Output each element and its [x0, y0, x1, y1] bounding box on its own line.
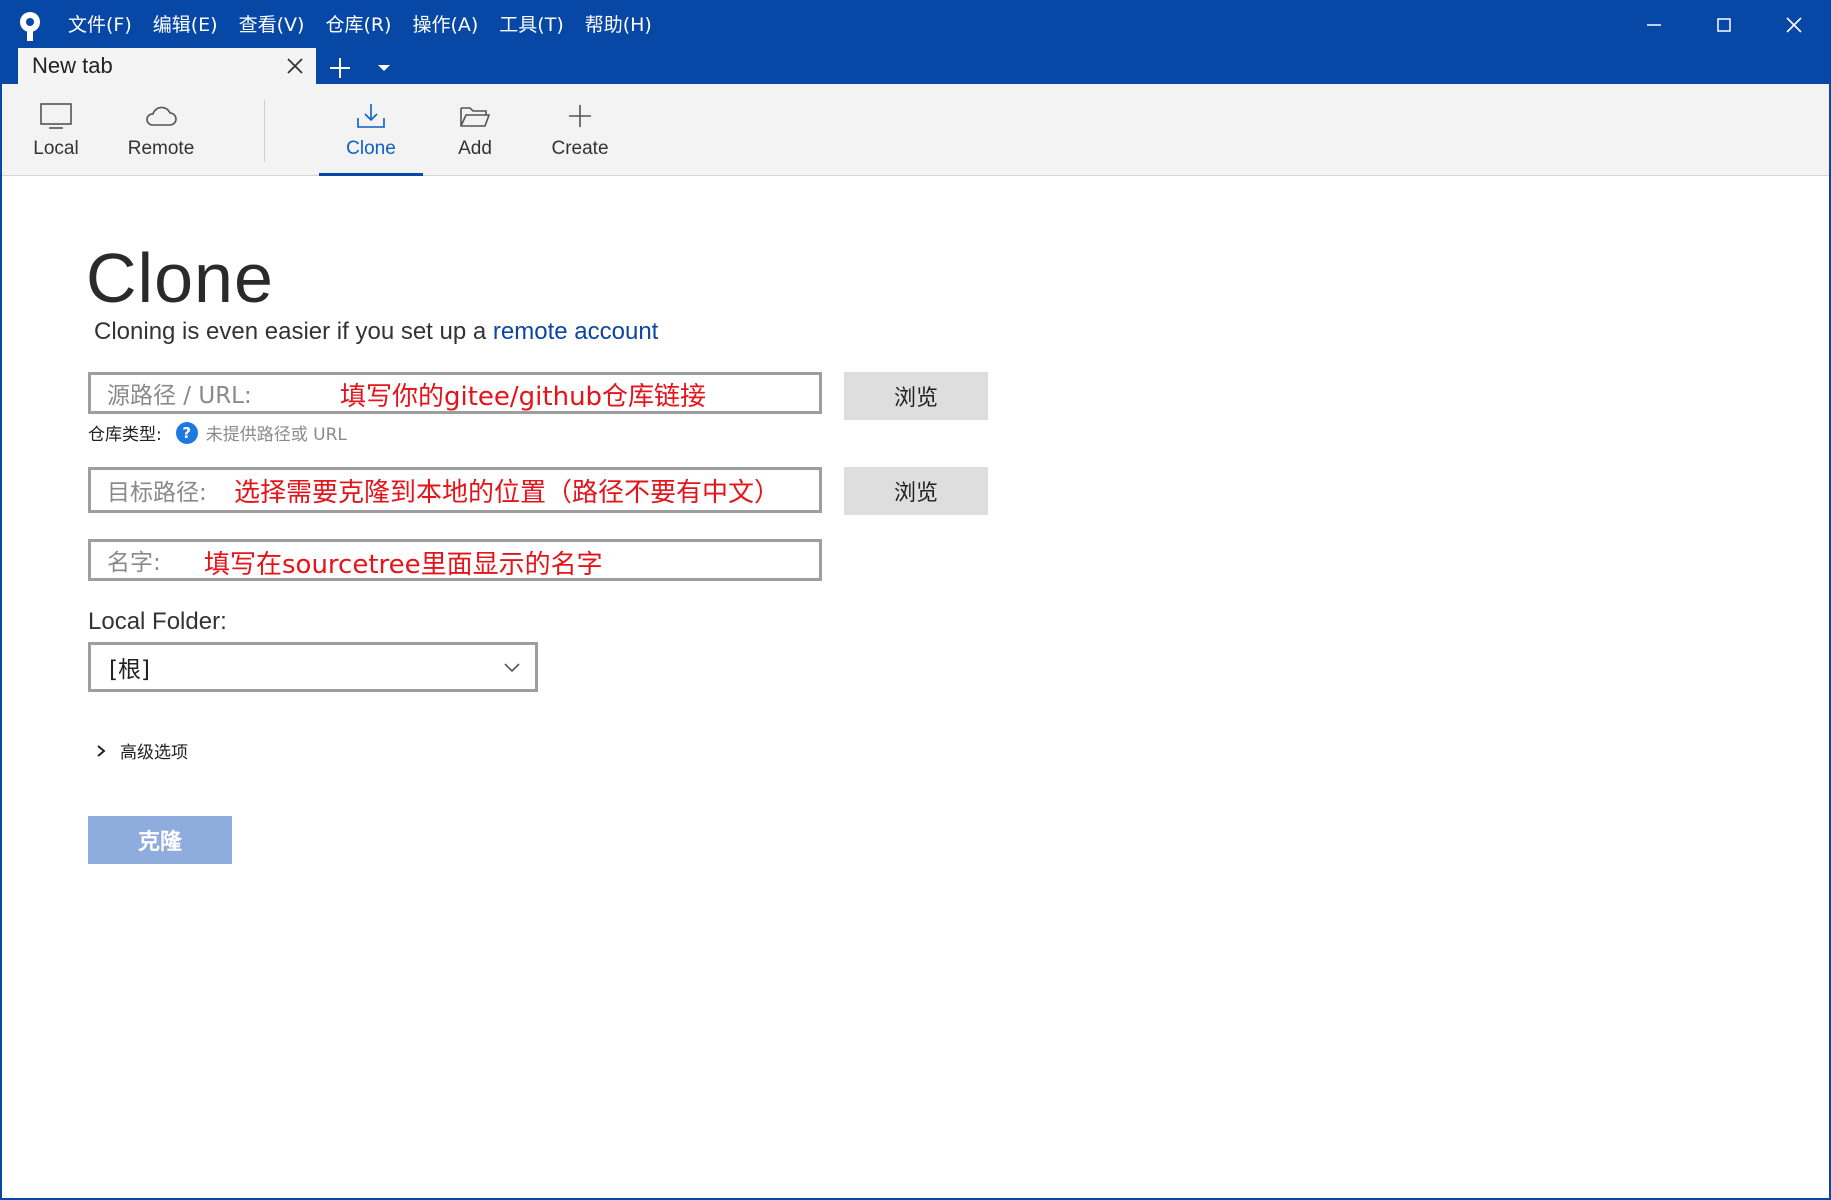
menu-repository[interactable]: 仓库(R)	[325, 12, 391, 38]
name-placeholder: 名字:	[107, 550, 161, 576]
tab-local-label: Local	[33, 138, 79, 159]
destination-path-placeholder: 目标路径:	[107, 480, 207, 506]
caret-down-icon	[378, 65, 390, 71]
tab-remote-label: Remote	[127, 138, 195, 159]
chevron-right-icon	[97, 744, 106, 757]
close-icon	[287, 58, 303, 74]
close-icon	[1786, 17, 1802, 33]
remote-account-link[interactable]: remote account	[493, 318, 658, 345]
source-url-placeholder: 源路径 / URL:	[107, 383, 252, 409]
maximize-icon	[1717, 18, 1731, 32]
menu-file[interactable]: 文件(F)	[68, 12, 132, 38]
repository-toolbar: Local Remote Clone Add Create	[2, 84, 1829, 176]
download-icon	[357, 104, 385, 128]
browse-destination-button[interactable]: 浏览	[844, 467, 988, 515]
sourcetree-logo-icon	[20, 12, 40, 41]
repo-type-status: 未提供路径或 URL	[205, 425, 347, 445]
destination-path-annotation: 选择需要克隆到本地的位置（路径不要有中文）	[234, 478, 781, 508]
plus-icon	[330, 58, 350, 78]
source-url-annotation: 填写你的gitee/github仓库链接	[340, 382, 707, 412]
browse-source-button[interactable]: 浏览	[844, 372, 988, 420]
tab-title: New tab	[32, 53, 113, 78]
toolbar-divider	[264, 100, 265, 162]
window-controls	[1619, 2, 1829, 48]
tab-close-button[interactable]	[280, 51, 310, 81]
clone-button[interactable]: 克隆	[88, 816, 232, 864]
repo-type-label: 仓库类型:	[88, 425, 162, 445]
tab-create[interactable]: Create	[528, 84, 632, 176]
new-tab-button[interactable]	[324, 52, 356, 84]
tab-add[interactable]: Add	[423, 84, 527, 176]
tab-list-dropdown[interactable]	[370, 54, 398, 82]
question-icon: ?	[175, 421, 198, 444]
monitor-icon	[40, 103, 72, 129]
page-title: Clone	[86, 239, 274, 317]
menu-bar: 文件(F) 编辑(E) 查看(V) 仓库(R) 操作(A) 工具(T) 帮助(H…	[68, 12, 673, 38]
tab-create-label: Create	[551, 138, 609, 159]
title-bar: 文件(F) 编辑(E) 查看(V) 仓库(R) 操作(A) 工具(T) 帮助(H…	[2, 2, 1829, 84]
clone-subtitle: Cloning is even easier if you set up a r…	[94, 318, 658, 346]
tab-new[interactable]: New tab	[18, 48, 316, 84]
close-window-button[interactable]	[1759, 2, 1829, 48]
plus-icon	[569, 105, 591, 127]
menu-actions[interactable]: 操作(A)	[412, 12, 478, 38]
tab-add-label: Add	[458, 138, 492, 159]
sourcetree-window: 文件(F) 编辑(E) 查看(V) 仓库(R) 操作(A) 工具(T) 帮助(H…	[0, 0, 1831, 1200]
local-folder-label: Local Folder:	[88, 608, 227, 635]
tab-clone-label: Clone	[346, 138, 396, 159]
menu-view[interactable]: 查看(V)	[239, 12, 305, 38]
menu-help[interactable]: 帮助(H)	[585, 12, 652, 38]
tab-local[interactable]: Local	[4, 84, 108, 176]
repository-type: 仓库类型: ? 未提供路径或 URL	[88, 420, 347, 445]
folder-open-icon	[460, 107, 491, 127]
chevron-down-icon	[504, 663, 520, 673]
minimize-button[interactable]	[1619, 2, 1689, 48]
local-folder-value: [根]	[109, 657, 150, 683]
tab-clone[interactable]: Clone	[319, 84, 423, 176]
minimize-icon	[1647, 24, 1661, 26]
menu-edit[interactable]: 编辑(E)	[153, 12, 218, 38]
advanced-options-toggle[interactable]: 高级选项	[96, 738, 188, 763]
name-annotation: 填写在sourcetree里面显示的名字	[204, 550, 603, 580]
local-folder-select[interactable]: [根]	[88, 642, 538, 692]
subtitle-text: Cloning is even easier if you set up a	[94, 318, 487, 345]
maximize-button[interactable]	[1689, 2, 1759, 48]
cloud-icon	[146, 106, 177, 126]
menu-tools[interactable]: 工具(T)	[499, 12, 563, 38]
advanced-options-label: 高级选项	[120, 743, 188, 763]
tab-remote[interactable]: Remote	[109, 84, 213, 176]
